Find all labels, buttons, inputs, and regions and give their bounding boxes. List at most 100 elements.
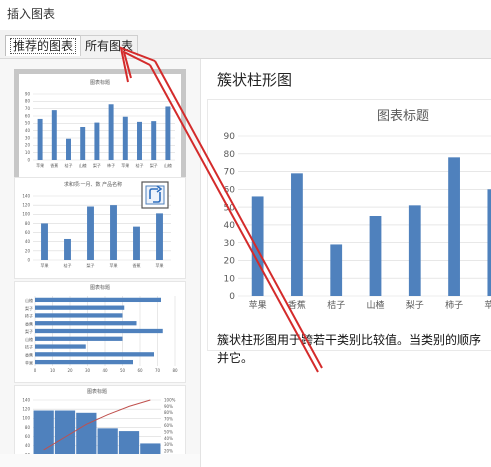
x-tick-label: 40: [102, 368, 108, 373]
thumbnail-pivot-column[interactable]: 0 20 40 60 80 100 120 140 苹果 桔子 梨子 苹果 香蕉 苹果 求和项:一月、数 产…: [14, 177, 186, 279]
x-tick-label: 70: [155, 368, 161, 373]
bar: [35, 336, 123, 341]
y2-tick-label: 60%: [164, 423, 173, 428]
x-tick-label: 香蕉: [288, 299, 306, 311]
x-tick-label: 柿子: [445, 299, 463, 311]
y-tick-label: 香蕉: [25, 320, 33, 326]
x-tick-label: 苹果: [36, 162, 44, 168]
thumbnail-clustered-column[interactable]: 0 10 20 30 40 50 60 70 80 90 苹果 香蕉 桔子 山楂 梨子 柿子 苹果 桔子 梨子 山楂图…: [14, 69, 186, 183]
y-tick-label: 100: [22, 212, 30, 217]
swap-axes-icon: [141, 181, 169, 209]
x-tick-label: 柿子: [107, 162, 115, 168]
x-tick-label: 梨子: [87, 262, 95, 268]
y2-tick-label: 20%: [164, 449, 173, 454]
y-tick-label: 30: [25, 135, 31, 140]
y-tick-label: 60: [25, 113, 31, 118]
dialog-titlebar: 插入图表: [0, 0, 491, 30]
chart-title: 图表标题: [87, 388, 107, 395]
y-tick-label: 10: [224, 274, 236, 284]
y-tick-label: 梨子: [25, 305, 33, 311]
bar: [66, 138, 71, 160]
y-tick-label: 40: [25, 443, 31, 448]
y-tick-label: 80: [25, 221, 31, 226]
y-tick-label: 80: [224, 150, 236, 160]
x-tick-label: 50: [120, 368, 126, 373]
y-tick-label: 香蕉: [25, 351, 33, 357]
y-tick-label: 30: [224, 239, 236, 249]
x-tick-label: 80: [172, 368, 178, 373]
bar: [122, 116, 128, 160]
bar: [330, 244, 343, 296]
chart-type-name: 簇状柱形图: [217, 71, 293, 89]
y2-tick-label: 50%: [164, 429, 173, 434]
x-tick-label: 60: [137, 368, 143, 373]
y-tick-label: 20: [224, 257, 236, 267]
chart-description: 簇状柱形图用于跨若干类别比较值。当类别的顺序并它。: [217, 333, 482, 365]
bar: [87, 206, 94, 260]
bar: [137, 121, 142, 160]
x-tick-label: 苹果: [156, 262, 164, 268]
x-tick-label: 山楂: [366, 299, 384, 311]
y-tick-label: 0: [229, 292, 235, 302]
bar: [35, 344, 86, 349]
bar: [251, 196, 264, 296]
y2-tick-label: 80%: [164, 410, 173, 415]
tab-all-charts[interactable]: 所有图表: [80, 35, 139, 56]
bar: [487, 189, 491, 296]
y-tick-label: 40: [25, 239, 31, 244]
y-tick-label: 山楂: [25, 297, 33, 303]
x-tick-label: 30: [85, 368, 91, 373]
x-tick-label: 桔子: [64, 262, 72, 268]
bar: [37, 118, 43, 160]
chart-title: 图表标题: [377, 109, 429, 124]
bar: [156, 213, 163, 260]
bar: [35, 352, 154, 357]
chart-preview: 0 10 20 30 40 50 60 70 80 90 苹果 香蕉 桔子 山楂 梨子 柿子 苹果 图表标题: [207, 99, 491, 351]
x-tick-label: 20: [67, 368, 73, 373]
chart-title: 图表标题: [90, 284, 110, 291]
y-tick-label: 20: [25, 143, 31, 148]
x-tick-label: 梨子: [150, 162, 158, 168]
y-tick-label: 梨子: [25, 328, 33, 334]
y-tick-label: 100: [22, 416, 30, 421]
x-tick-label: 山楂: [164, 162, 172, 168]
x-tick-label: 10: [50, 368, 56, 373]
x-tick-label: 苹果: [41, 262, 49, 268]
thumbnail-chart-2: 0 10 20 30 40 50 60 70 80山楂梨子柿子香蕉梨子山楂桔子香蕉苹果图表标题: [25, 284, 178, 373]
y-tick-label: 80: [25, 99, 31, 104]
list-scrollbar[interactable]: [0, 454, 200, 467]
y-tick-label: 40: [224, 221, 236, 231]
bar: [80, 127, 86, 160]
tab-recommended-charts[interactable]: 推荐的图表: [5, 35, 82, 56]
y-tick-label: 90: [25, 91, 31, 96]
y-tick-label: 120: [22, 203, 30, 208]
x-tick-label: 梨子: [406, 299, 424, 311]
y2-tick-label: 30%: [164, 442, 173, 447]
y-tick-label: 桔子: [25, 344, 33, 350]
y-tick-label: 50: [25, 121, 31, 126]
bar: [35, 321, 137, 326]
x-tick-label: 苹果: [484, 299, 491, 311]
bar: [35, 313, 123, 318]
bar: [151, 121, 157, 160]
x-tick-label: 苹果: [121, 162, 129, 168]
y2-tick-label: 100%: [164, 397, 176, 402]
recommended-chart-list[interactable]: 0 10 20 30 40 50 60 70 80 90 苹果 香蕉 桔子 山楂 梨子 柿子 苹果 桔子 梨子 山楂图…: [0, 59, 201, 467]
thumbnail-chart-0: 0102030405060708090苹果 香蕉 桔子 山楂 梨子 柿子 苹果 桔子 梨子 山楂图…: [25, 79, 175, 168]
y-tick-label: 70: [25, 106, 31, 111]
bar: [369, 216, 382, 296]
bar: [41, 223, 48, 260]
y-tick-label: 140: [22, 397, 30, 402]
y-tick-label: 140: [22, 193, 30, 198]
y-tick-label: 60: [25, 434, 31, 439]
chart-title: 求和项:一月、数 产品名称: [64, 181, 122, 188]
bar: [35, 359, 133, 365]
y-tick-label: 50: [224, 203, 236, 213]
bar: [35, 328, 163, 334]
bar: [110, 205, 117, 260]
x-tick-label: 0: [34, 368, 37, 373]
chart-detail-pane: 簇状柱形图 0 10 20 30 40 50 60 70 80 90 苹果 香蕉 桔子 山楂 梨子 柿子 苹果 图…: [201, 59, 491, 467]
y-tick-label: 120: [22, 407, 30, 412]
y2-tick-label: 40%: [164, 436, 173, 441]
thumbnail-clustered-bar[interactable]: 0 10 20 30 40 50 60 70 80 山楂 梨子 柿子 香蕉 梨子 山楂 桔子 香蕉 苹果 图表标题: [14, 281, 186, 383]
